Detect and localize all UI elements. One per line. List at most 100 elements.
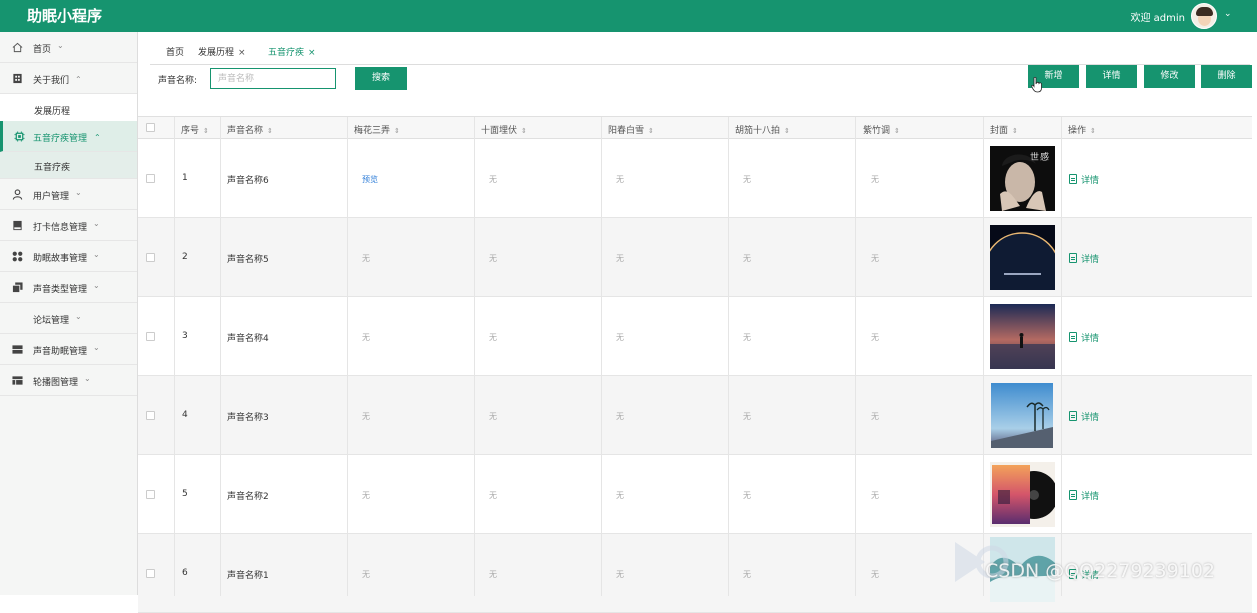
cell-value: 无 bbox=[616, 412, 624, 421]
cover-image[interactable] bbox=[990, 304, 1055, 369]
cover-image[interactable] bbox=[991, 383, 1053, 448]
close-icon[interactable]: × bbox=[308, 48, 316, 58]
column-header[interactable]: 十面埋伏 ⇕ bbox=[481, 123, 527, 136]
chevron-down-icon: ⌄ bbox=[75, 188, 82, 197]
cell-value: 无 bbox=[362, 570, 370, 579]
delete-button[interactable]: 删除 bbox=[1201, 65, 1252, 88]
edit-button[interactable]: 修改 bbox=[1144, 65, 1195, 88]
row-detail-label: 详情 bbox=[1081, 492, 1100, 502]
column-divider bbox=[983, 117, 984, 596]
sort-icon: ⇕ bbox=[521, 127, 527, 135]
row-detail-label: 详情 bbox=[1081, 255, 1100, 265]
chevron-down-icon: ⌄ bbox=[93, 250, 100, 259]
cell-value: 无 bbox=[743, 333, 751, 342]
cell-index: 3 bbox=[182, 331, 188, 341]
cell-value: 无 bbox=[871, 491, 879, 500]
row-checkbox[interactable] bbox=[146, 332, 155, 341]
tab-home[interactable]: 首页 bbox=[166, 45, 184, 58]
row-checkbox[interactable] bbox=[146, 411, 155, 420]
row-detail-link[interactable]: 详情 bbox=[1069, 410, 1099, 423]
cover-image[interactable] bbox=[990, 462, 1055, 527]
row-checkbox[interactable] bbox=[146, 569, 155, 578]
row-detail-link[interactable]: 详情 bbox=[1069, 331, 1099, 344]
column-header[interactable]: 操作 ⇕ bbox=[1068, 123, 1096, 136]
column-header-label: 阳春白雪 bbox=[608, 126, 645, 136]
cell-value: 无 bbox=[616, 254, 624, 263]
sidebar-item-label: 发展历程 bbox=[34, 107, 71, 117]
search-button[interactable]: 搜索 bbox=[355, 67, 407, 90]
home-icon bbox=[12, 42, 23, 53]
sidebar-item-five-tone-management[interactable]: 五音疗疾管理 ⌃ bbox=[0, 121, 137, 152]
row-detail-link[interactable]: 详情 bbox=[1069, 252, 1099, 265]
column-header[interactable]: 声音名称 ⇕ bbox=[227, 123, 273, 136]
cell-index: 2 bbox=[182, 252, 188, 262]
sort-icon: ⇕ bbox=[1012, 127, 1018, 135]
cell-value: 无 bbox=[489, 570, 497, 579]
sidebar-item-about[interactable]: 关于我们 ⌃ bbox=[0, 63, 137, 94]
tab-five-tone[interactable]: 五音疗疾 × bbox=[268, 45, 316, 58]
row-checkbox[interactable] bbox=[146, 253, 155, 262]
cell-value: 无 bbox=[871, 412, 879, 421]
column-header[interactable]: 封面 ⇕ bbox=[990, 123, 1018, 136]
column-header[interactable]: 紫竹调 ⇕ bbox=[863, 123, 900, 136]
table-row[interactable]: 3 声音名称4 无 无 无 无 无 详情 bbox=[138, 297, 1252, 376]
sort-icon: ⇕ bbox=[894, 127, 900, 135]
document-icon bbox=[1069, 253, 1077, 263]
chevron-down-icon: ⌄ bbox=[93, 343, 100, 352]
sidebar-item-checkin[interactable]: 打卡信息管理 ⌄ bbox=[0, 210, 137, 241]
row-detail-label: 详情 bbox=[1081, 334, 1100, 344]
detail-button[interactable]: 详情 bbox=[1086, 65, 1137, 88]
cell-value: 无 bbox=[871, 570, 879, 579]
sidebar-item-five-tone[interactable]: 五音疗疾 bbox=[0, 152, 137, 179]
sort-icon: ⇕ bbox=[394, 127, 400, 135]
sidebar-item-users[interactable]: 用户管理 ⌄ bbox=[0, 179, 137, 210]
sidebar-item-stories[interactable]: 助眠故事管理 ⌄ bbox=[0, 241, 137, 272]
sidebar-item-label: 五音疗疾 bbox=[34, 163, 71, 173]
user-icon bbox=[12, 189, 23, 200]
cell-value: 无 bbox=[489, 333, 497, 342]
column-header[interactable]: 胡笳十八拍 ⇕ bbox=[735, 123, 790, 136]
row-checkbox[interactable] bbox=[146, 174, 155, 183]
column-header[interactable]: 阳春白雪 ⇕ bbox=[608, 123, 654, 136]
cell-value: 无 bbox=[489, 254, 497, 263]
document-icon bbox=[1069, 174, 1077, 184]
svg-text:世: 世 bbox=[1030, 151, 1039, 163]
table-row[interactable]: 5 声音名称2 无 无 无 无 无 详情 bbox=[138, 455, 1252, 534]
sidebar-item-sound-types[interactable]: 声音类型管理 ⌄ bbox=[0, 272, 137, 303]
column-divider bbox=[347, 117, 348, 596]
column-header-label: 序号 bbox=[181, 126, 200, 136]
cell-index: 6 bbox=[182, 568, 188, 578]
sidebar-item-label: 声音类型管理 bbox=[33, 285, 88, 295]
sidebar-item-label: 声音助眠管理 bbox=[33, 347, 88, 357]
table-row[interactable]: 4 声音名称3 无 无 无 无 无 详情 bbox=[138, 376, 1252, 455]
column-divider bbox=[728, 117, 729, 596]
preview-link[interactable]: 预览 bbox=[362, 174, 378, 185]
hand-cursor-icon bbox=[1031, 77, 1042, 93]
sidebar-item-sound-sleep[interactable]: 声音助眠管理 ⌄ bbox=[0, 334, 137, 365]
cell-value: 无 bbox=[871, 254, 879, 263]
welcome-text: 欢迎 admin bbox=[1130, 13, 1185, 24]
column-header-label: 操作 bbox=[1068, 126, 1087, 136]
chevron-down-icon[interactable]: ⌄ bbox=[1224, 9, 1232, 19]
close-icon[interactable]: × bbox=[238, 48, 246, 58]
table-row[interactable]: 2 声音名称5 无 无 无 无 无 详情 bbox=[138, 218, 1252, 297]
row-detail-link[interactable]: 详情 bbox=[1069, 173, 1099, 186]
column-header[interactable]: 梅花三弄 ⇕ bbox=[354, 123, 400, 136]
table-row[interactable]: 1 声音名称6 预览 无 无 无 无 世 感 详情 bbox=[138, 139, 1252, 218]
search-input[interactable] bbox=[210, 68, 336, 89]
sidebar-item-label: 用户管理 bbox=[33, 192, 70, 202]
building-icon bbox=[13, 73, 22, 84]
tab-history[interactable]: 发展历程 × bbox=[198, 45, 246, 58]
chevron-down-icon: ⌄ bbox=[84, 374, 91, 383]
column-header[interactable]: 序号 ⇕ bbox=[181, 123, 209, 136]
select-all-checkbox[interactable] bbox=[146, 123, 155, 132]
cover-image[interactable]: 世 感 bbox=[990, 146, 1055, 211]
sort-icon: ⇕ bbox=[648, 127, 654, 135]
row-checkbox[interactable] bbox=[146, 490, 155, 499]
row-detail-link[interactable]: 详情 bbox=[1069, 489, 1099, 502]
sidebar-item-home[interactable]: 首页 ⌄ bbox=[0, 32, 137, 63]
sidebar-item-forum[interactable]: 论坛管理 ⌄ bbox=[0, 303, 137, 334]
avatar[interactable] bbox=[1191, 3, 1217, 29]
sidebar-item-carousel[interactable]: 轮播图管理 ⌄ bbox=[0, 365, 137, 396]
cover-image[interactable] bbox=[990, 225, 1055, 290]
